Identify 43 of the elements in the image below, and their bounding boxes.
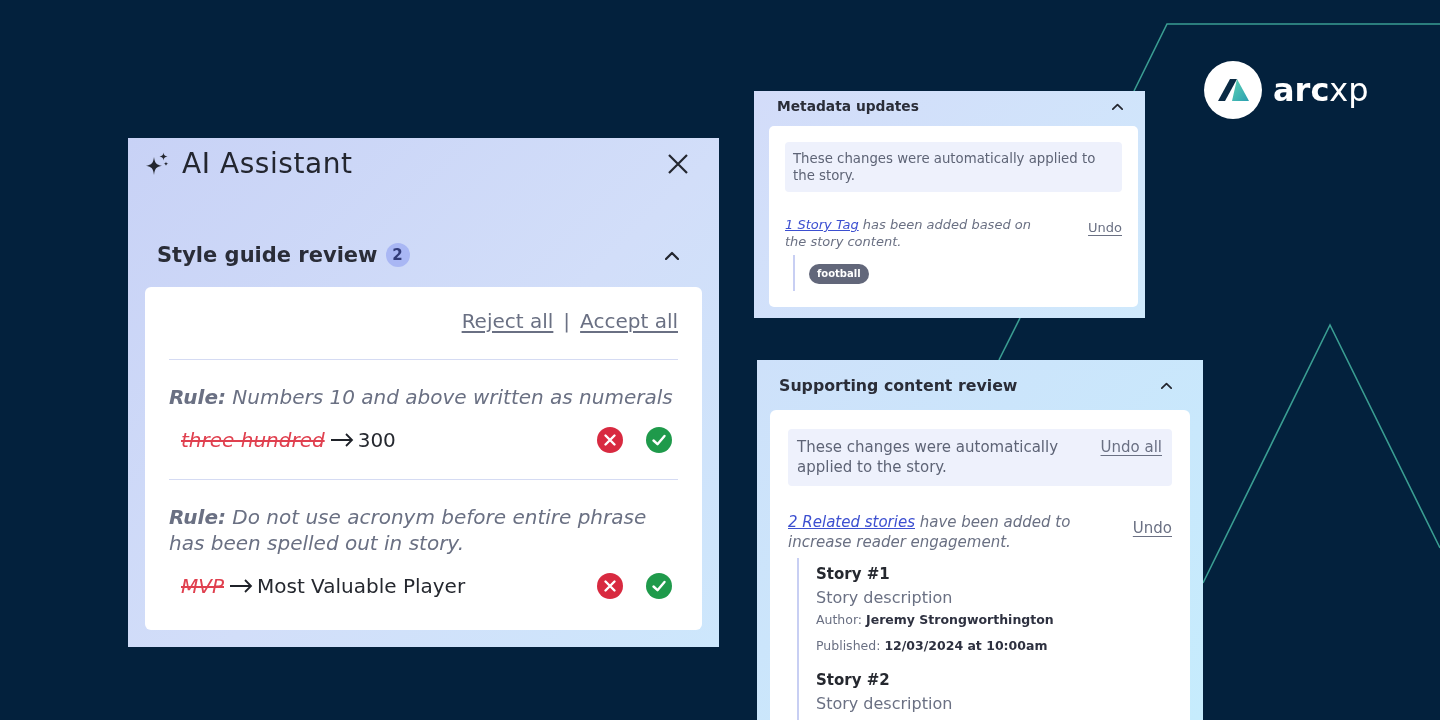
panel-title: AI Assistant <box>182 147 354 181</box>
original-text: MVP <box>181 574 224 598</box>
story-title: Story #1 <box>816 564 891 585</box>
check-icon[interactable] <box>646 427 672 453</box>
suggested-text: Most Valuable Player <box>257 574 466 598</box>
count-badge: 2 <box>385 243 410 267</box>
separator: | <box>563 309 571 333</box>
related-stories-link[interactable]: 2 Related stories <box>788 512 915 532</box>
tag-chip: football <box>809 264 869 284</box>
story-author: Author: Jeremy Strongworthington <box>816 611 1055 629</box>
reject-all-link[interactable]: Reject all <box>461 307 554 335</box>
section-title: Supporting content review <box>779 375 1018 395</box>
change-description: 1 Story Tag has been added based on the story content. <box>785 216 1032 250</box>
section-title: Style guide review <box>157 242 378 269</box>
check-icon[interactable] <box>646 573 672 599</box>
undo-all-link[interactable]: Undo all <box>1100 437 1162 457</box>
suggested-text: 300 <box>357 428 396 452</box>
story-description: Story description <box>816 587 954 609</box>
original-text: three hundred <box>181 428 325 452</box>
reject-icon[interactable] <box>597 427 623 453</box>
close-icon[interactable] <box>668 154 688 174</box>
change-description: 2 Related stories have been added to increase reader engagement. <box>788 512 1072 552</box>
reject-icon[interactable] <box>597 573 623 599</box>
notice-message: These changes were automatically applied to the story. <box>797 437 1060 477</box>
logo-icon <box>1204 61 1262 119</box>
diagonal-line <box>998 317 1021 361</box>
story-published-date: Published: 12/03/2024 at 10:00am <box>816 637 1049 655</box>
section-title: Metadata updates <box>777 98 919 114</box>
arrow-right-icon <box>229 579 253 593</box>
notice-message: These changes were automatically applied to the story. <box>785 142 1122 192</box>
brand-name: arcxp <box>1273 71 1369 109</box>
chevron-up-icon[interactable] <box>1112 102 1123 110</box>
chevron-up-icon[interactable] <box>665 250 679 260</box>
undo-link[interactable]: Undo <box>1132 519 1172 537</box>
accept-all-link[interactable]: Accept all <box>580 307 678 335</box>
story-title: Story #2 <box>816 670 891 691</box>
undo-link[interactable]: Undo <box>1088 220 1122 235</box>
chevron-up-icon[interactable] <box>1161 381 1172 389</box>
story-description: Story description <box>816 693 954 715</box>
arrow-right-icon <box>329 433 354 447</box>
rule-text: Rule: Do not use acronym before entire phrase has been spelled out in story. <box>169 504 648 556</box>
rule-text: Rule: Numbers 10 and above written as numerals <box>169 384 674 410</box>
story-tag-link[interactable]: 1 Story Tag <box>785 216 859 233</box>
